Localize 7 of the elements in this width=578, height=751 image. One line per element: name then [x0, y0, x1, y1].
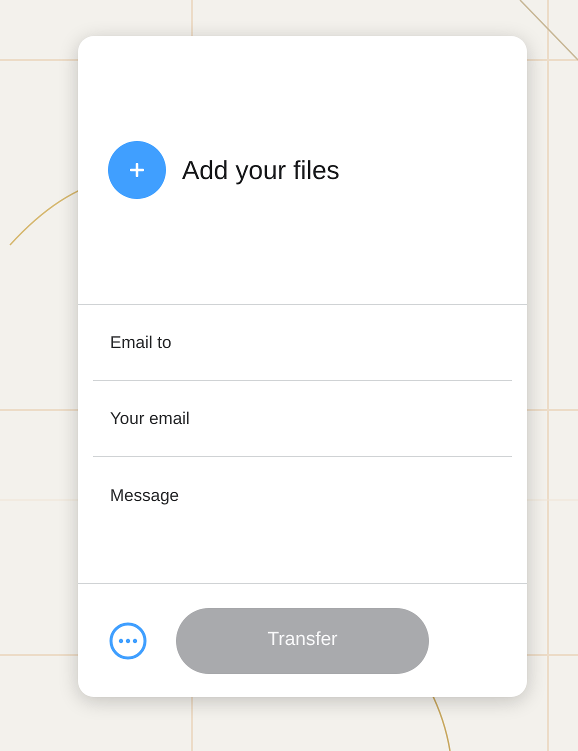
email-field[interactable]: Your email [93, 381, 512, 457]
more-options-button[interactable] [108, 620, 148, 660]
plus-icon [130, 163, 144, 177]
message-field[interactable]: Message [93, 457, 512, 583]
more-icon [108, 620, 148, 660]
add-files-label: Add your files [182, 154, 340, 186]
email-field[interactable]: Email to [93, 305, 512, 381]
